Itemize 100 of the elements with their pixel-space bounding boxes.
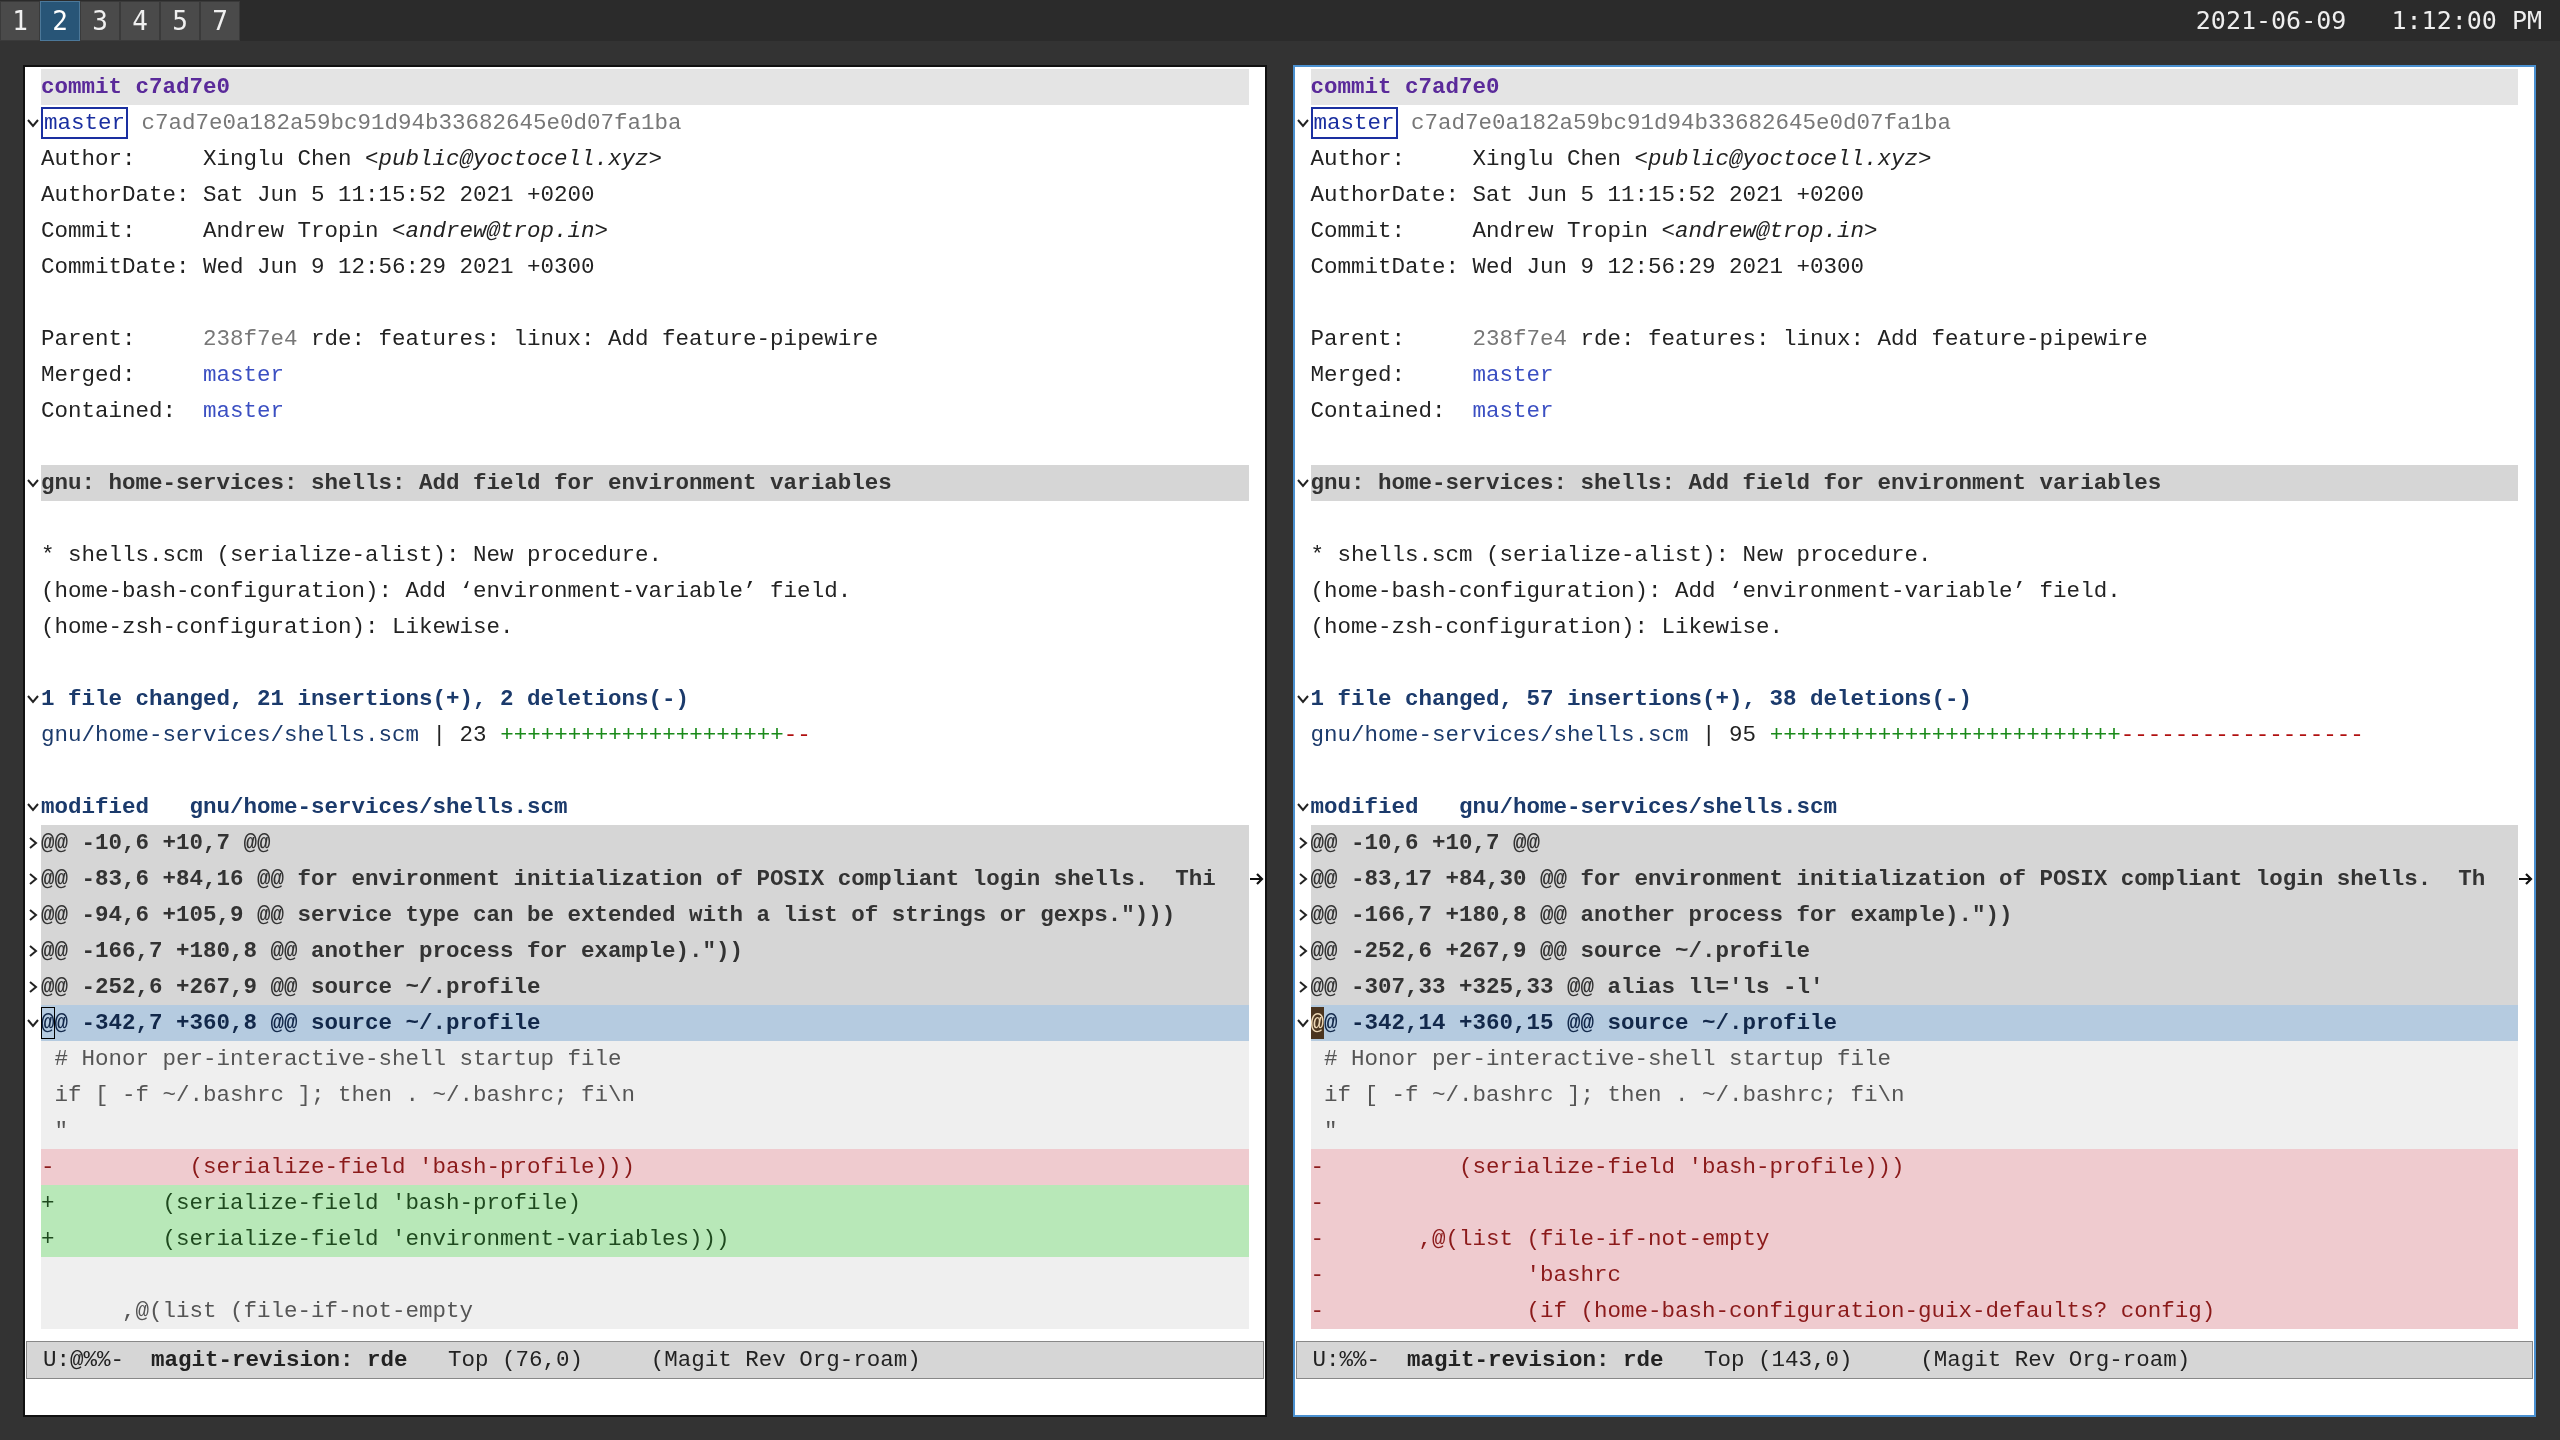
header-label: Author:	[1310, 145, 1406, 174]
header-label: AuthorDate:	[1310, 181, 1461, 210]
file-name[interactable]: gnu/home-services/shells.scm	[1459, 789, 1838, 825]
header-label: Author:	[41, 145, 137, 174]
minus-signs-text: ------------------	[2120, 721, 2364, 750]
commit-message-line: * shells.scm (serialize-alist): New procedure.	[41, 541, 663, 570]
commit-message-line: (home-zsh-configuration): Likewise.	[41, 613, 514, 642]
buffer-name: magit-revision: rde	[151, 1346, 408, 1375]
header-value: Andrew Tropin <andrew@trop.in>	[203, 217, 609, 246]
hunk-header[interactable]: @@ -252,6 +267,9 @@ source ~/.profile	[41, 969, 1249, 1005]
chevron-down-icon[interactable]	[1296, 801, 1309, 813]
header-value: Xinglu Chen <public@yoctocell.xyz>	[203, 145, 663, 174]
chevron-down-icon[interactable]	[27, 693, 39, 705]
chevron-down-icon[interactable]	[27, 477, 39, 489]
header-label: CommitDate:	[1310, 253, 1461, 282]
plus-signs-text: +++++++++++++++++++++	[500, 721, 784, 750]
header-value: Xinglu Chen <public@yoctocell.xyz>	[1472, 145, 1932, 174]
workspace-tab[interactable]: 2	[40, 0, 80, 41]
commit-subject: rde: features: linux: Add feature-pipewire	[1580, 325, 2148, 354]
chevron-right-icon[interactable]	[27, 909, 39, 921]
chevron-down-icon[interactable]	[1296, 477, 1309, 489]
chevron-right-icon[interactable]	[27, 981, 39, 993]
header-label: Commit:	[1310, 217, 1406, 246]
chevron-down-icon[interactable]	[27, 117, 39, 129]
hunk-header[interactable]: @@ -83,17 +84,30 @@ for environment initialization of POSIX compliant login shells. Th	[1310, 861, 2518, 897]
workspace-tab[interactable]: 4	[120, 0, 160, 41]
file-link[interactable]: gnu/home-services/shells.scm	[41, 717, 420, 753]
change-count: 95	[1729, 721, 1757, 750]
major-modes: (Magit Rev Org-roam)	[1920, 1346, 2191, 1375]
hunk-header[interactable]: @@ -10,6 +10,7 @@	[41, 825, 1249, 861]
commit-hash[interactable]: 238f7e4	[203, 321, 298, 357]
hunk-header[interactable]: @@ -83,6 +84,16 @@ for environment initialization of POSIX compliant login shells. Thi	[41, 861, 1249, 897]
chevron-down-icon[interactable]	[1296, 693, 1309, 705]
header-value: Wed Jun 9 12:56:29 2021 +0300	[1472, 253, 1865, 282]
chevron-down-icon[interactable]	[27, 801, 39, 813]
plus-signs-text: ++++++++++++++++++++++++++	[1769, 721, 2121, 750]
change-count: 23	[459, 721, 487, 750]
buffer-position: Top (76,0)	[448, 1346, 584, 1375]
file-name[interactable]: gnu/home-services/shells.scm	[189, 789, 568, 825]
minus-signs-text: --	[783, 721, 811, 750]
commit-heading: commit c7ad7e0	[41, 69, 1249, 105]
commit-message-line: (home-zsh-configuration): Likewise.	[1310, 613, 1784, 642]
chevron-down-icon[interactable]	[27, 1017, 39, 1029]
header-label: Parent:	[41, 325, 137, 354]
header-value: Sat Jun 5 11:15:52 2021 +0200	[1472, 181, 1865, 210]
branch-link[interactable]: master	[1472, 357, 1554, 393]
commit-hash[interactable]: 238f7e4	[1472, 321, 1568, 357]
header-label: Contained:	[41, 397, 178, 426]
buffer-position: Top (143,0)	[1704, 1346, 1853, 1375]
workspace-tab[interactable]: 5	[160, 0, 200, 41]
commit-message-heading: gnu: home-services: shells: Add field for environment variables	[41, 465, 1249, 501]
commit-hash: c7ad7e0a182a59bc91d94b33682645e0d07fa1ba	[1411, 109, 1952, 138]
chevron-right-icon[interactable]	[27, 945, 39, 957]
file-link[interactable]: gnu/home-services/shells.scm	[1310, 717, 1689, 753]
buffer-state: U:@%%-	[43, 1346, 124, 1375]
workspace-tab[interactable]: 7	[200, 0, 240, 41]
buffer-name: magit-revision: rde	[1407, 1346, 1664, 1375]
major-modes: (Magit Rev Org-roam)	[650, 1346, 921, 1375]
header-value: Wed Jun 9 12:56:29 2021 +0300	[203, 253, 595, 282]
hunk-header[interactable]: @@ -10,6 +10,7 @@	[1310, 825, 2518, 861]
commit-subject: rde: features: linux: Add feature-pipewire	[311, 325, 879, 354]
buffer-state: U:%%-	[1312, 1346, 1380, 1375]
workspace-tab[interactable]: 1	[0, 0, 40, 41]
hunk-header[interactable]: @@ -342,14 +360,15 @@ source ~/.profile	[1310, 1005, 2518, 1041]
commit-message-line: * shells.scm (serialize-alist): New procedure.	[1310, 541, 1932, 570]
header-label: AuthorDate:	[41, 181, 191, 210]
stat-separator: |	[432, 721, 447, 750]
diffstat-heading: 1 file changed, 21 insertions(+), 2 deletions(-)	[41, 685, 690, 714]
branch-label[interactable]: master	[41, 107, 128, 139]
commit-message-line: (home-bash-configuration): Add ‘environment-variable’ field.	[1310, 577, 2121, 606]
commit-heading: commit c7ad7e0	[1310, 69, 2518, 105]
branch-label[interactable]: master	[1310, 107, 1398, 139]
hunk-header[interactable]: @@ -94,6 +105,9 @@ service type can be extended with a list of strings or gexps.")))	[41, 897, 1249, 933]
hunk-header[interactable]: @@ -307,33 +325,33 @@ alias ll='ls -l'	[1310, 969, 2518, 1005]
header-label: CommitDate:	[41, 253, 191, 282]
hunk-header[interactable]: @@ -166,7 +180,8 @@ another process for example)."))	[1310, 897, 2518, 933]
chevron-right-icon[interactable]	[27, 837, 39, 849]
file-status: modified	[41, 793, 150, 822]
branch-link[interactable]: master	[203, 357, 285, 393]
header-label: Parent:	[1310, 325, 1406, 354]
commit-message-line: (home-bash-configuration): Add ‘environment-variable’ field.	[41, 577, 852, 606]
chevron-right-icon[interactable]	[27, 873, 39, 885]
chevron-down-icon[interactable]	[1296, 117, 1309, 129]
header-value: Andrew Tropin <andrew@trop.in>	[1472, 217, 1878, 246]
commit-hash: c7ad7e0a182a59bc91d94b33682645e0d07fa1ba	[141, 109, 682, 138]
branch-link[interactable]: master	[1472, 393, 1554, 429]
hunk-header[interactable]: @@ -252,6 +267,9 @@ source ~/.profile	[1310, 933, 2518, 969]
workspace-tab[interactable]: 3	[80, 0, 120, 41]
header-label: Merged:	[1310, 361, 1406, 390]
stat-separator: |	[1702, 721, 1716, 750]
chevron-down-icon[interactable]	[1296, 1017, 1309, 1029]
clock: 2021-06-09 1:12:00 PM	[2195, 4, 2542, 37]
file-status: modified	[1310, 793, 1419, 822]
header-label: Commit:	[41, 217, 137, 246]
header-label: Contained:	[1310, 397, 1447, 426]
hunk-header[interactable]: @@ -166,7 +180,8 @@ another process for example)."))	[41, 933, 1249, 969]
header-value: Sat Jun 5 11:15:52 2021 +0200	[203, 181, 595, 210]
diffstat-heading: 1 file changed, 57 insertions(+), 38 deletions(-)	[1310, 685, 1973, 714]
branch-link[interactable]: master	[203, 393, 285, 429]
header-label: Merged:	[41, 361, 137, 390]
